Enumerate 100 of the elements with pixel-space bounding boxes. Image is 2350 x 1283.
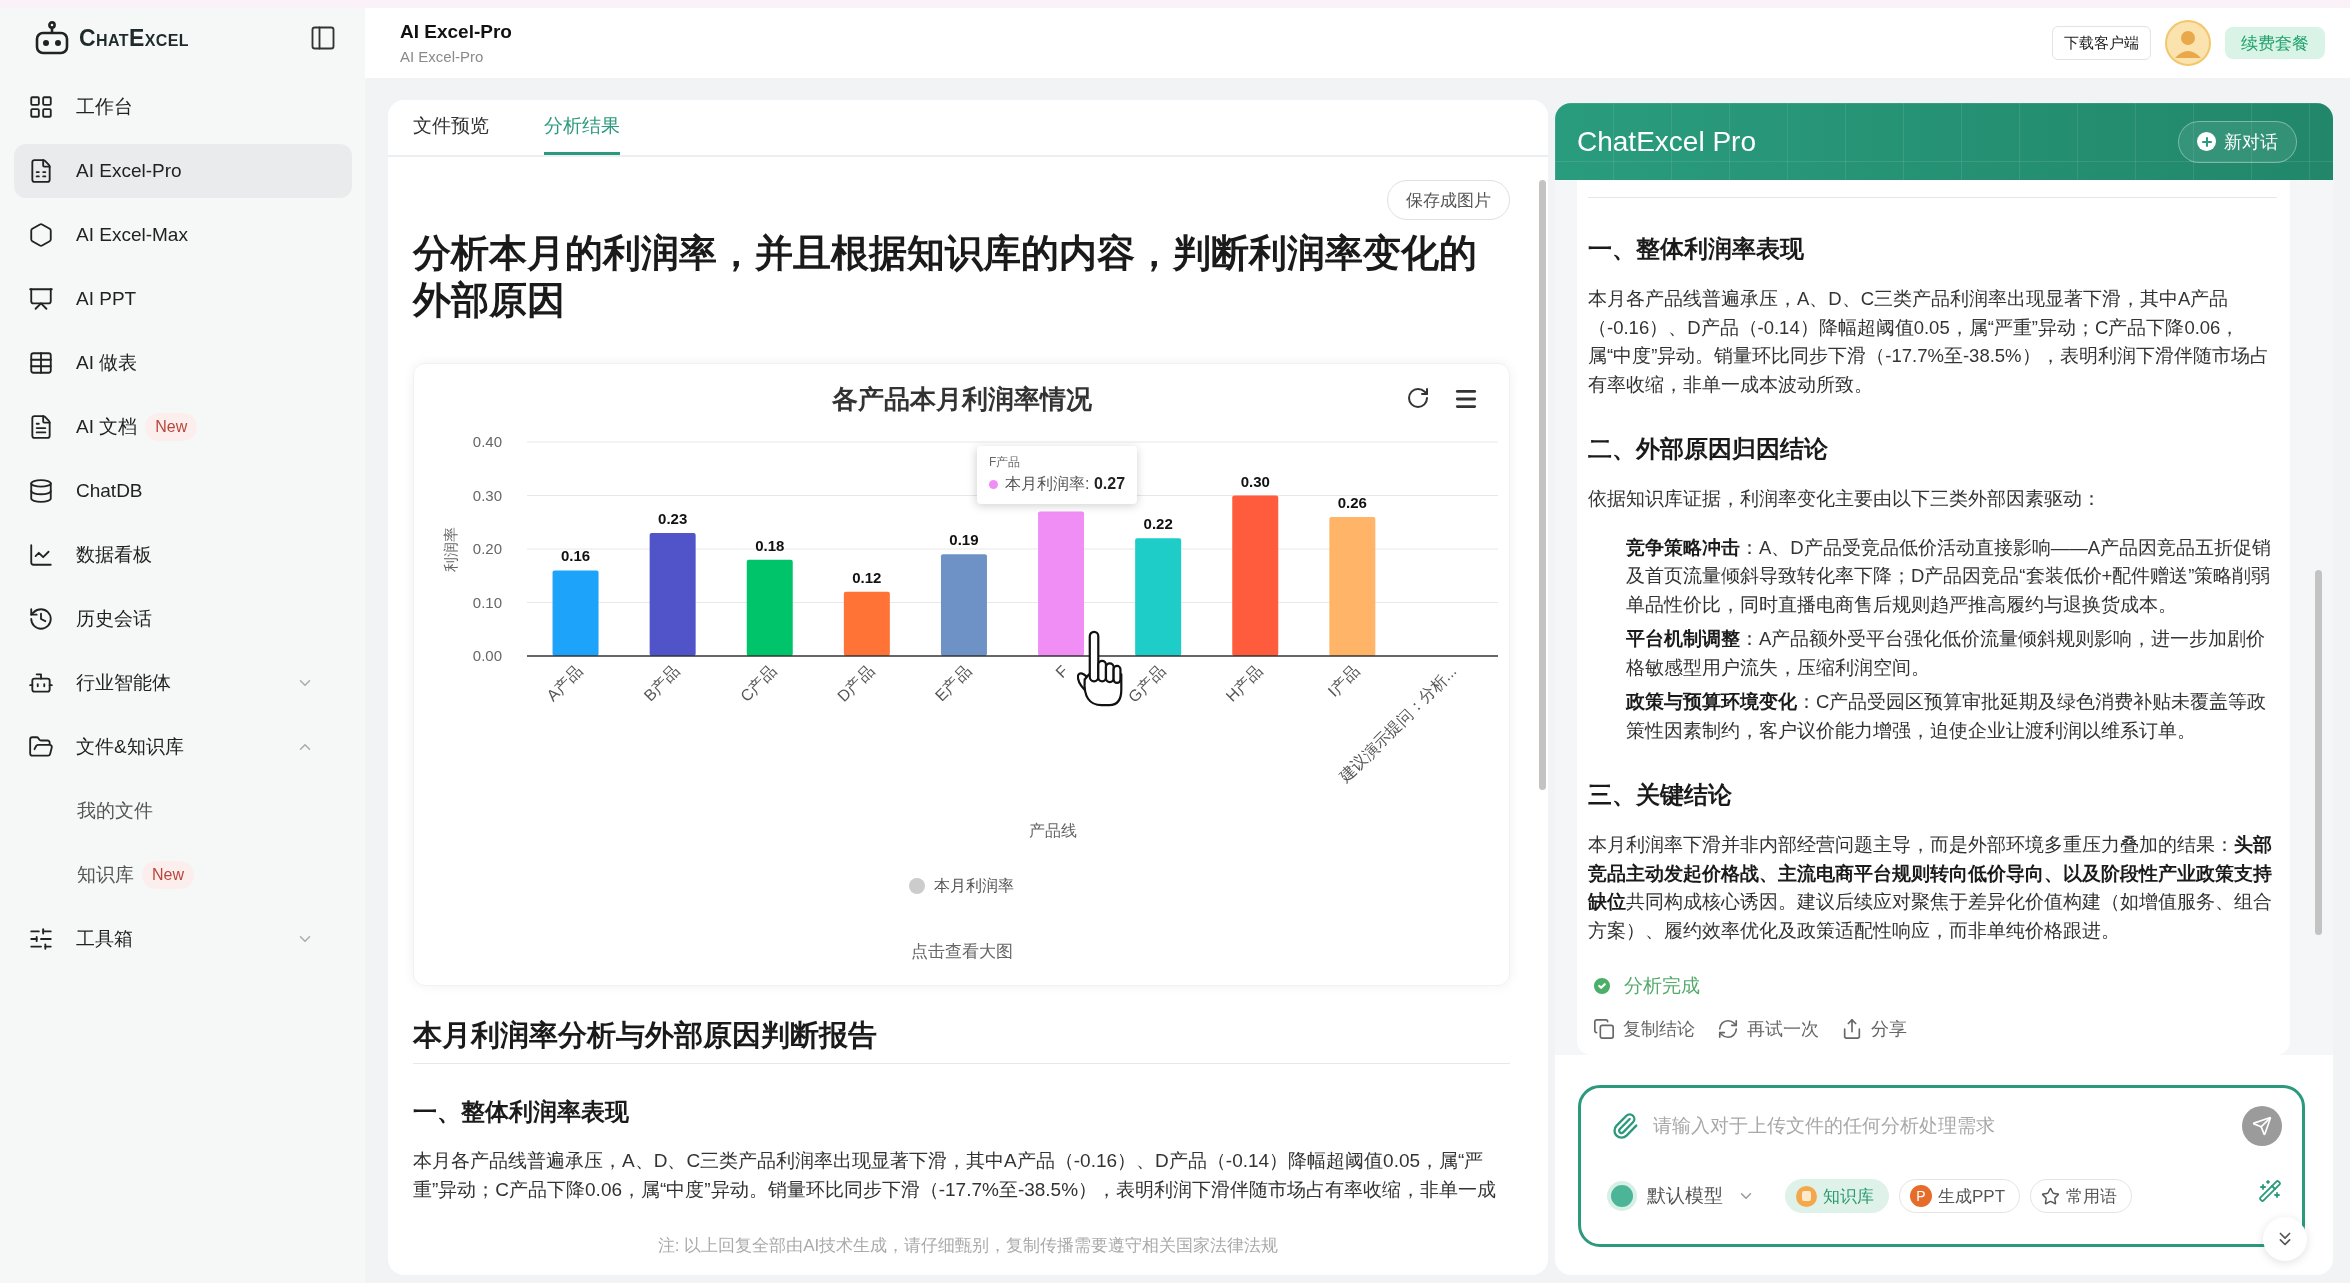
x-tick-label: D产品 (834, 662, 877, 705)
x-tick-label: E产品 (931, 662, 975, 705)
action-button[interactable]: 再试一次 (1717, 1017, 1819, 1041)
hexagon-icon (28, 222, 54, 248)
database-icon (28, 478, 54, 504)
data-label: 0.30 (1240, 472, 1270, 490)
data-label: 0.19 (949, 531, 979, 549)
data-label: 0.22 (1143, 515, 1173, 533)
robot-icon (28, 670, 54, 696)
data-label: 0.12 (852, 568, 882, 586)
hand-cursor-icon (1077, 630, 1124, 707)
brand-name: ChatExcel (79, 24, 189, 52)
legend-dot-icon (909, 878, 925, 894)
avatar-icon[interactable] (2165, 20, 2211, 66)
paperclip-icon[interactable] (1611, 1112, 1639, 1140)
presentation-icon (28, 286, 54, 312)
nav-subitem[interactable]: 知识库 New (14, 848, 352, 902)
tooltip-title: F产品 (989, 453, 1022, 471)
prompt-input[interactable]: 请输入对于上传文件的任何分析处理需求 (1651, 1108, 2230, 1144)
nav-item[interactable]: 历史会话 (14, 592, 352, 646)
spreadsheet-file-icon (28, 158, 54, 184)
section-heading: 三、关键结论 (1588, 780, 1733, 810)
chart-title: 各产品本月利润率情况 (831, 382, 1092, 416)
page-title: AI Excel-Pro (400, 21, 512, 43)
bullet-paragraph: 政策与预算环境变化：C产品受园区预算审批延期及绿色消费补贴未覆盖等政策性因素制约，客户议价能力增强，迫使企业让渡利润以维系订单。 (1626, 690, 2268, 743)
data-label: 0.26 (1337, 493, 1367, 511)
scrollbar-thumb[interactable] (1538, 180, 1546, 790)
nav-item[interactable]: 数据看板 (14, 528, 352, 582)
y-axis-title: 利润率 (442, 526, 459, 572)
status-dot-icon (1611, 1185, 1633, 1207)
tooltip-dot-icon (989, 479, 999, 489)
action-button[interactable]: 分享 (1841, 1017, 1907, 1041)
nav-item[interactable]: AI 文档 New (14, 400, 352, 454)
grid-icon (28, 94, 54, 120)
history-icon (28, 606, 54, 632)
nav-item[interactable]: AI PPT (14, 272, 352, 326)
assistant-title: ChatExcel Pro (1577, 125, 1756, 158)
x-tick-label: B产品 (640, 662, 683, 705)
x-tick-label: C产品 (737, 662, 780, 705)
send-button[interactable] (2242, 1106, 2282, 1146)
x-axis-title: 产品线 (1028, 822, 1077, 839)
book-disc-icon (1796, 1185, 1817, 1207)
paragraph: 依据知识库证据，利润率变化主要由以下三类外部因素驱动： (1588, 487, 2102, 511)
scrollbar-thumb[interactable] (2315, 570, 2322, 935)
scroll-down-button[interactable] (2263, 1217, 2307, 1261)
check-circle-icon (1591, 975, 1613, 997)
nav-item[interactable]: AI Excel-Max (14, 208, 352, 262)
data-label: 0.23 (658, 509, 688, 527)
plus-circle-icon (2197, 132, 2216, 151)
paper-plane-icon (2252, 1116, 2272, 1136)
x-tick-label: H产品 (1222, 662, 1266, 705)
y-tick-label: 0.20 (472, 540, 502, 557)
view-large-link[interactable]: 点击查看大图 (910, 940, 1013, 963)
robot-logo-icon (34, 21, 70, 55)
option-chip[interactable]: P 生成PPT (1899, 1179, 2021, 1213)
nav-item[interactable]: 工具箱 (14, 912, 352, 966)
bullet-paragraph: 竞争策略冲击：A、D产品受竞品低价活动直接影响——A产品因竞品五折促销及首页流量倾斜导致转化率下降；D产品因竞品“套装低价+配件赠送”策略削弱单品性价比，同时直播电商售后规则趋严推高履约与退换货成本。 (1626, 535, 2273, 617)
question-title: 分析本月的利润率，并且根据知识库的内容，判断利润率变化的外部原因 (413, 231, 1478, 323)
magic-wand-icon (2258, 1179, 2282, 1203)
x-tick-label: G产品 (1124, 662, 1169, 706)
nav-subitem[interactable]: 我的文件 (14, 784, 352, 838)
action-button[interactable]: 复制结论 (1593, 1017, 1695, 1041)
new-badge: New (145, 413, 198, 441)
nav-item[interactable]: ChatDB (14, 464, 352, 518)
tab[interactable]: 分析结果 (544, 100, 620, 155)
paragraph: 本月利润率下滑并非内部经营问题主导，而是外部环境多重压力叠加的结果：头部竞品主动发起价格战、主流电商平台规则转向低价导向、以及阶段性产业政策支持缺位共同构成核心诱因。建议后续应对聚焦于差异化价值构建（如增值服务、组合方案）、履约效率优化及政策适配性响应，而非单纯价格跟进。 (1588, 833, 2273, 943)
nav-item[interactable]: AI 做表 (14, 336, 352, 390)
tab[interactable]: 文件预览 (413, 100, 489, 155)
magic-wand-button[interactable] (2258, 1179, 2282, 1203)
download-button[interactable]: 下载客户端 (2052, 26, 2151, 60)
x-tick-label: F (1052, 662, 1072, 682)
section-heading: 一、整体利润率表现 (413, 1097, 630, 1127)
data-label: 0.16 (560, 547, 591, 565)
save-image-button[interactable]: 保存成图片 (1387, 180, 1510, 220)
sliders-icon (28, 926, 54, 952)
y-tick-label: 0.10 (472, 593, 502, 611)
bullet-paragraph: 平台机制调整：A产品额外受平台强化低价流量倾斜规则影响，进一步加剧价格敏感型用户流失，压缩利润空间。 (1626, 627, 2267, 680)
paragraph: 本月各产品线普遍承压，A、D、C三类产品利润率出现显著下滑，其中A产品（-0.16）、D产品（-0.14）降幅超阈值0.05，属“严重”异动；C产品下降0.06，属“中度”异动。销量环比同步下滑（-17.7%至-38.5%），表明利润下滑伴随市场占有率收缩，非单一成本波动所致。 (1588, 287, 2270, 397)
nav-item[interactable]: AI Excel-Pro (14, 144, 352, 198)
star-icon (2041, 1186, 2061, 1206)
legend-label[interactable]: 本月利润率 (934, 875, 1014, 897)
x-tick-label: A产品 (543, 662, 586, 705)
share-icon (1841, 1018, 1863, 1040)
model-select[interactable]: 默认模型 (1611, 1183, 1755, 1209)
y-tick-label: 0.00 (472, 647, 502, 664)
nav-item[interactable]: 文件&知识库 (14, 720, 352, 774)
status-text: 分析完成 (1624, 974, 1700, 998)
option-chip[interactable]: 常用语 (2030, 1179, 2133, 1213)
refresh-icon (1717, 1018, 1739, 1040)
copy-icon (1593, 1018, 1615, 1040)
y-tick-label: 0.40 (472, 433, 502, 450)
nav-item[interactable]: 行业智能体 (14, 656, 352, 710)
nav-item[interactable]: 工作台 (14, 80, 352, 134)
letter-badge: P (1910, 1185, 1932, 1207)
rotate-icon (1406, 386, 1430, 410)
document-icon (28, 414, 54, 440)
new-chat-button[interactable]: 新对话 (2178, 120, 2297, 163)
line-chart-icon (28, 542, 54, 568)
paragraph: 本月各产品线普遍承压，A、D、C三类产品利润率出现显著下滑，其中A产品（-0.16）、D产品（-0.14）降幅超阈值0.05，属“严重”异动；C产品下降0.06，属“中度”异动。销量环比同步下滑（-17.7%至-38.5%），表明利润下滑伴随市场占有率收缩，非单一成 (413, 1149, 1498, 1202)
section-heading: 二、外部原因归因结论 (1588, 434, 1829, 464)
